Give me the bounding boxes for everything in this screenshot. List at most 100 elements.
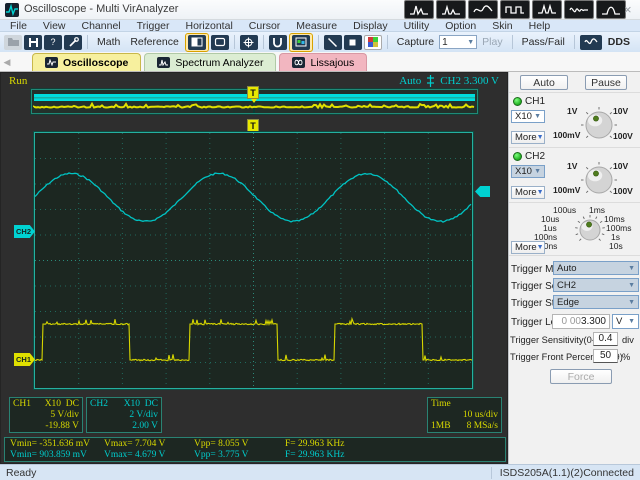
trigger-style-select[interactable]: Edge ▼	[553, 295, 639, 309]
time-scale: 10 us/div	[431, 410, 498, 421]
menu-item-measure[interactable]: Measure	[296, 20, 337, 32]
square-wave-icon[interactable]	[500, 0, 530, 19]
ch2-knob-label-100mv: 100mV	[553, 185, 580, 195]
trigger-level-unit-select[interactable]: V▼	[612, 314, 639, 329]
ch2-vmax: Vmax= 4.679 V	[104, 450, 194, 461]
force-button[interactable]: Force	[550, 369, 612, 384]
magnet-icon[interactable]	[269, 35, 287, 50]
ch1-vmin: Vmin= -351.636 mV	[10, 439, 104, 450]
passfail-button[interactable]: Pass/Fail	[517, 36, 570, 48]
capture-label: Capture	[392, 36, 439, 48]
ch1-name: CH1	[13, 399, 31, 410]
ch2-knob-label-10v: 10V	[613, 161, 628, 171]
app-icon	[5, 3, 19, 17]
ch1-position-marker[interactable]: CH1	[14, 353, 35, 366]
trigger-source-select[interactable]: CH2▼	[553, 278, 639, 292]
math-button[interactable]: Math	[92, 36, 125, 48]
line-draw-icon[interactable]	[324, 35, 342, 50]
trigger-position-marker[interactable]: T	[247, 119, 259, 132]
split-display-toggle[interactable]	[185, 33, 209, 52]
single-display-icon[interactable]	[211, 35, 229, 50]
spectrum-view-alt-icon[interactable]	[436, 0, 466, 19]
timebase-more-button[interactable]: More▼	[511, 241, 545, 254]
device-connection-status: ISDS205A(1.1)(2)Connected	[491, 467, 634, 479]
pulse-wave-icon[interactable]	[596, 0, 626, 19]
trigger-source-value: CH2	[557, 280, 576, 291]
reference-button[interactable]: Reference	[125, 36, 183, 48]
ch2-position-marker[interactable]: CH2	[14, 225, 35, 238]
tb-label-10s: 10s	[609, 241, 623, 251]
timebase-knob[interactable]	[573, 213, 607, 247]
ch1-knob-label-100v: 100V	[613, 131, 633, 141]
menu-item-file[interactable]: File	[10, 20, 27, 32]
ch1-more-button[interactable]: More▼	[511, 131, 545, 144]
dds-icon[interactable]	[580, 35, 602, 50]
toolbar-separator	[87, 35, 88, 49]
ch1-knob-label-100mv: 100mV	[553, 130, 580, 140]
menu-item-view[interactable]: View	[43, 20, 66, 32]
trigger-mode-select[interactable]: Auto▼	[553, 261, 639, 275]
ch2-info-box: CH2X10 DC 2 V/div 2.00 V	[86, 397, 162, 433]
tab-label: Lissajous	[310, 57, 354, 69]
auto-button[interactable]: Auto	[520, 75, 568, 90]
ch1-knob-label-10v: 10V	[613, 106, 628, 116]
menu-item-display[interactable]: Display	[353, 20, 387, 32]
square-draw-icon[interactable]	[344, 35, 362, 50]
control-panel: Auto Pause CH1 X10▼ More▼ 1V 10V 100mV 1…	[508, 72, 640, 464]
open-file-icon[interactable]	[4, 35, 22, 50]
burst-wave-icon[interactable]	[532, 0, 562, 19]
status-bar: Ready ISDS205A(1.1)(2)Connected	[0, 464, 640, 480]
waveform-traces	[35, 133, 472, 388]
ch1-vmax: Vmax= 7.704 V	[104, 439, 194, 450]
trigger-sensitivity-input[interactable]: 0.4	[593, 332, 618, 346]
ch2-more-button[interactable]: More▼	[511, 186, 545, 199]
ch2-freq: F= 29.963 KHz	[285, 450, 344, 461]
dds-button[interactable]: DDS	[603, 36, 635, 48]
trigger-position-marker-overview[interactable]: T	[247, 86, 259, 99]
tools-icon[interactable]	[64, 35, 82, 50]
chevron-down-icon: ▼	[628, 299, 635, 306]
display-color-toggle[interactable]	[289, 33, 313, 52]
trigger-style-value: Edge	[557, 297, 579, 308]
menu-item-skin[interactable]: Skin	[492, 20, 512, 32]
ch1-led[interactable]	[513, 97, 522, 106]
split-display-icon	[188, 35, 206, 50]
lissajous-tab-icon	[292, 57, 305, 68]
menu-item-cursor[interactable]: Cursor	[249, 20, 281, 32]
damped-sine-icon[interactable]	[564, 0, 594, 19]
help-icon[interactable]: ?	[44, 35, 62, 50]
play-button[interactable]: Play	[477, 36, 507, 48]
tab-scroll-left-icon[interactable]: ◀	[0, 57, 14, 71]
menu-item-trigger[interactable]: Trigger	[137, 20, 170, 32]
tab-spectrum-analyzer[interactable]: Spectrum Analyzer	[144, 53, 276, 71]
tab-lissajous[interactable]: Lissajous	[279, 53, 367, 71]
ch2-led[interactable]	[513, 152, 522, 161]
ch2-more-label: More	[515, 187, 537, 198]
audio-wave-icon[interactable]	[468, 0, 498, 19]
ch1-probe-select[interactable]: X10▼	[511, 110, 545, 123]
capture-select[interactable]: 1▼	[439, 35, 477, 49]
save-icon[interactable]	[24, 35, 42, 50]
trigger-level-input[interactable]: 0 003.300	[552, 314, 610, 329]
menu-item-horizontal[interactable]: Horizontal	[186, 20, 233, 32]
menu-item-option[interactable]: Option	[445, 20, 476, 32]
menu-item-utility[interactable]: Utility	[404, 20, 430, 32]
ch2-probe-select[interactable]: X10▼	[511, 165, 545, 178]
crosshair-icon[interactable]	[240, 35, 258, 50]
trigger-level-marker[interactable]	[475, 186, 490, 197]
memory-depth: 1MB	[431, 421, 451, 432]
chevron-down-icon: ▼	[537, 189, 544, 196]
palette-icon[interactable]	[364, 35, 382, 50]
close-icon[interactable]: ×	[624, 2, 632, 17]
menu-item-help[interactable]: Help	[529, 20, 551, 32]
pause-button[interactable]: Pause	[585, 75, 627, 90]
graticule[interactable]	[34, 132, 473, 389]
trigger-sensitivity-unit: div	[622, 335, 634, 345]
tab-oscilloscope[interactable]: Oscilloscope	[32, 53, 141, 71]
ch1-probe-coupling: X10 DC	[45, 399, 79, 410]
menu-item-channel[interactable]: Channel	[82, 20, 121, 32]
chevron-down-icon: ▼	[628, 318, 635, 325]
chevron-down-icon: ▼	[537, 244, 544, 251]
trigger-front-input[interactable]: 50	[593, 349, 618, 363]
spectrum-view-icon[interactable]	[404, 0, 434, 19]
